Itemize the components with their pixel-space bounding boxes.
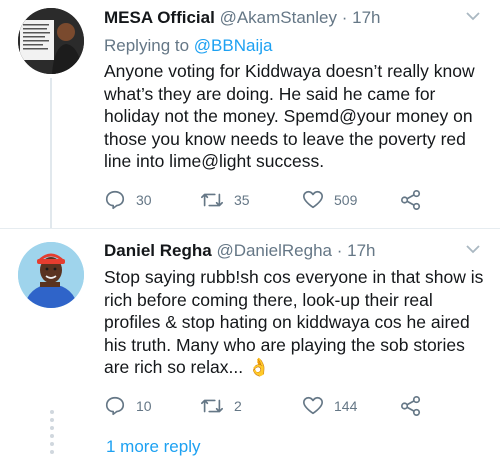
retweet-button[interactable]: 2 — [200, 395, 242, 417]
display-name[interactable]: Daniel Regha — [104, 241, 212, 260]
timestamp[interactable]: 17h — [347, 241, 375, 260]
avatar[interactable] — [18, 242, 84, 308]
handle[interactable]: @DanielRegha — [216, 241, 332, 260]
separator: · — [336, 241, 343, 260]
share-icon — [401, 190, 421, 210]
reply-count: 10 — [136, 398, 152, 414]
thread-line — [50, 78, 52, 228]
retweet-count: 2 — [234, 398, 242, 414]
thread-dots — [48, 410, 56, 458]
tweet[interactable]: MESA Official @AkamStanley · 17h Replyin… — [0, 0, 500, 228]
reply-count: 30 — [136, 192, 152, 208]
share-button[interactable] — [400, 189, 422, 211]
tweet-text-content: Stop saying rubb!sh cos everyone in that… — [104, 267, 484, 377]
heart-icon — [303, 190, 323, 209]
replying-label: Replying to — [104, 36, 190, 55]
avatar[interactable] — [18, 8, 84, 74]
like-button[interactable]: 144 — [302, 395, 357, 417]
timestamp[interactable]: 17h — [352, 8, 380, 27]
like-count: 144 — [334, 398, 358, 414]
reply-icon — [105, 190, 125, 210]
replying-handle[interactable]: @BBNaija — [194, 36, 273, 55]
share-icon — [401, 396, 421, 416]
retweet-count: 35 — [234, 192, 250, 208]
reply-button[interactable]: 10 — [104, 395, 152, 417]
tweet-header: Daniel Regha @DanielRegha · 17h — [104, 241, 376, 261]
chevron-down-icon[interactable] — [466, 241, 480, 258]
tweet-text: Stop saying rubb!sh cos everyone in that… — [104, 266, 484, 379]
chevron-down-icon[interactable] — [466, 8, 480, 25]
handle[interactable]: @AkamStanley — [220, 8, 337, 27]
retweet-button[interactable]: 35 — [200, 189, 250, 211]
share-button[interactable] — [400, 395, 422, 417]
tweet-actions: 10 2 144 — [104, 395, 444, 419]
ok-hand-emoji: 👌 — [247, 357, 270, 377]
tweet-actions: 30 35 509 — [104, 189, 444, 213]
tweet-header: MESA Official @AkamStanley · 17h — [104, 8, 381, 28]
reply-button[interactable]: 30 — [104, 189, 152, 211]
retweet-icon — [201, 399, 223, 413]
like-button[interactable]: 509 — [302, 189, 357, 211]
replying-to: Replying to @BBNaija — [104, 36, 272, 56]
tweet-text: Anyone voting for Kiddwaya doesn’t reall… — [104, 61, 475, 171]
display-name[interactable]: MESA Official — [104, 8, 215, 27]
separator: · — [341, 8, 348, 27]
reply-icon — [105, 396, 125, 416]
like-count: 509 — [334, 192, 358, 208]
heart-icon — [303, 396, 323, 415]
tweet[interactable]: Daniel Regha @DanielRegha · 17h Stop say… — [0, 229, 500, 439]
retweet-icon — [201, 193, 223, 207]
more-replies-link[interactable]: 1 more reply — [106, 437, 200, 457]
